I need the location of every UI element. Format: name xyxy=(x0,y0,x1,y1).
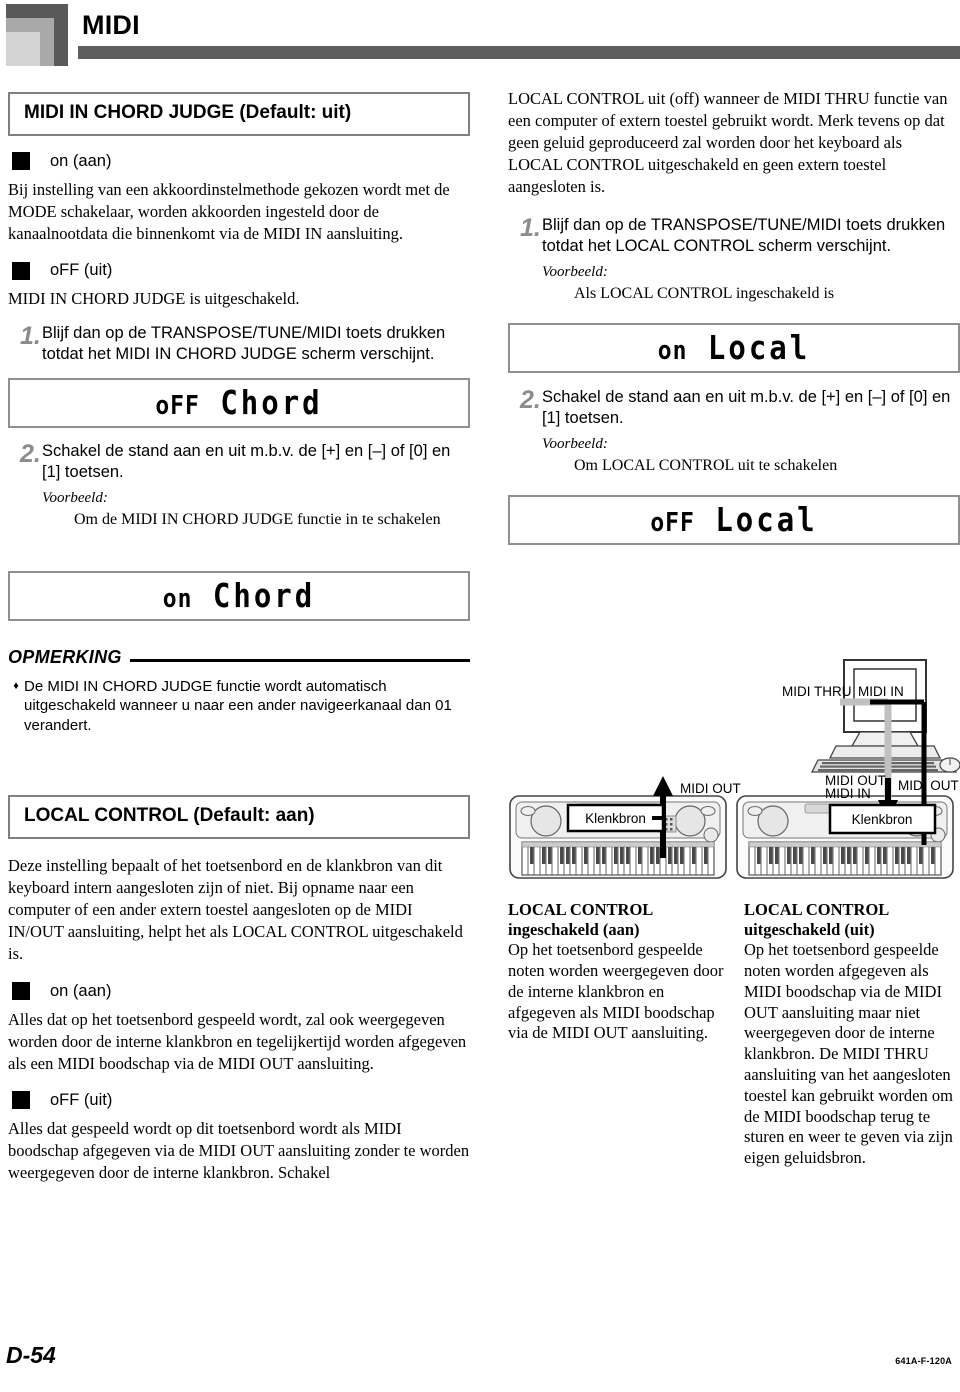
step-1-number: 1. xyxy=(20,322,41,351)
note-header: OPMERKING xyxy=(8,647,470,668)
lc-option-off-header: oFF (uit) xyxy=(8,1091,470,1110)
lc-option-on-header: on (aan) xyxy=(8,982,470,1001)
step-2-number: 2. xyxy=(20,439,41,468)
note-title: OPMERKING xyxy=(8,646,122,667)
page-number: D-54 xyxy=(6,1342,56,1368)
step-2-text: Schakel de stand aan en uit m.b.v. de [+… xyxy=(42,441,451,481)
lc-disabled-heading-2: uitgeschakeld (uit) xyxy=(744,920,875,940)
lc-disabled-body: Op het toetsenbord gespeelde noten worde… xyxy=(744,940,953,1168)
lcd-content: oFF Local xyxy=(650,501,817,539)
note-rule xyxy=(129,658,470,662)
lc-option-off-body: Alles dat gespeeld wordt op dit toetsenb… xyxy=(8,1118,470,1183)
lc-enabled-heading-1: LOCAL CONTROL xyxy=(508,900,654,919)
lc-option-on-body: Alles dat op het toetsenbord gespeeld wo… xyxy=(8,1009,467,1073)
lc-option-on-label: on (aan) xyxy=(50,981,112,1000)
right-step-1: 1. Blijf dan op de TRANSPOSE/TUNE/MIDI t… xyxy=(508,215,960,305)
section-title-midi-in-chord-judge: MIDI IN CHORD JUDGE (Default: uit) xyxy=(8,92,470,136)
nested-squares-logo-icon xyxy=(6,4,68,66)
lcd-display-on-local: on Local xyxy=(508,322,960,373)
note-item: ♦ De MIDI IN CHORD JUDGE functie wordt a… xyxy=(8,677,470,736)
step-2-example-label: Voorbeeld: xyxy=(42,489,108,506)
midi-thru-label: MIDI THRU xyxy=(782,684,852,699)
option-off-label: oFF (uit) xyxy=(50,261,113,280)
section-title-local-control: LOCAL CONTROL (Default: aan) xyxy=(8,795,470,839)
right-step-2-example-body: Om LOCAL CONTROL uit te schakelen xyxy=(574,456,838,474)
left-column: MIDI IN CHORD JUDGE (Default: uit) on (a… xyxy=(8,92,470,1184)
filled-square-icon xyxy=(12,982,30,1000)
option-on-label: on (aan) xyxy=(50,151,112,170)
lcd-label-value: Chord xyxy=(220,383,323,422)
header-rule xyxy=(78,46,960,59)
lcd-display-off-local: oFF Local xyxy=(508,494,960,545)
local-control-intro: Deze instelling bepaalt of het toetsenbo… xyxy=(8,855,463,964)
right-step-2: 2. Schakel de stand aan en uit m.b.v. de… xyxy=(508,387,960,477)
step-1-text: Blijf dan op de TRANSPOSE/TUNE/MIDI toet… xyxy=(42,324,446,364)
lcd-state-value: on xyxy=(162,584,193,614)
right-step-1-text: Blijf dan op de TRANSPOSE/TUNE/MIDI toet… xyxy=(542,215,946,255)
filled-square-icon xyxy=(12,261,30,280)
right-step-1-number: 1. xyxy=(520,213,541,242)
local-control-comparison: LOCAL CONTROL ingeschakeld (aan) Op het … xyxy=(508,900,960,1169)
lcd-content: on Local xyxy=(658,329,810,367)
lc-enabled-column: LOCAL CONTROL ingeschakeld (aan) Op het … xyxy=(508,900,724,1169)
option-on-body: Bij instelling van een akkoordinstelmeth… xyxy=(8,179,450,244)
lcd-display-off-chord: oFF Chord xyxy=(8,377,470,428)
lcd-state-value: oFF xyxy=(155,391,200,421)
lcd-label-value: Chord xyxy=(212,576,316,615)
lcd-label-value: Local xyxy=(707,328,811,367)
diamond-bullet-icon: ♦ xyxy=(13,679,19,692)
midi-in-label: MIDI IN xyxy=(858,684,904,699)
lc-option-off-label: oFF (uit) xyxy=(50,1090,113,1109)
lcd-state-value: on xyxy=(657,336,688,366)
midi-connection-diagram: MIDI OUT Klenkbron Klenkbron MIDI THRU M… xyxy=(500,650,960,900)
left-sound-source-label: Klenkbron xyxy=(585,811,646,826)
document-code: 641A-F-120A xyxy=(895,1356,952,1366)
lcd-label-value: Local xyxy=(715,500,818,539)
right-column: LOCAL CONTROL uit (off) wanneer de MIDI … xyxy=(508,88,960,545)
step-1: 1. Blijf dan op de TRANSPOSE/TUNE/MIDI t… xyxy=(8,323,470,365)
lcd-display-on-chord: on Chord xyxy=(8,570,470,621)
lc-disabled-heading-1: LOCAL CONTROL xyxy=(744,900,890,919)
right-step-1-example-label: Voorbeeld: xyxy=(542,263,608,280)
right-step-1-example-body: Als LOCAL CONTROL ingeschakeld is xyxy=(574,284,835,302)
right-sound-source-label: Klenkbron xyxy=(852,812,913,827)
right-step-2-text: Schakel de stand aan en uit m.b.v. de [+… xyxy=(542,387,951,427)
right-step-2-example-label: Voorbeeld: xyxy=(542,435,608,452)
step-2-example-body: Om de MIDI IN CHORD JUDGE functie in te … xyxy=(74,510,441,528)
filled-square-icon xyxy=(12,1091,30,1110)
page-title: MIDI xyxy=(82,10,140,40)
option-off-header: oFF (uit) xyxy=(8,261,470,280)
lcd-content: on Chord xyxy=(163,577,315,615)
midi-in-label-mid: MIDI IN xyxy=(825,786,871,801)
left-midi-out-label: MIDI OUT xyxy=(680,781,741,796)
right-intro: LOCAL CONTROL uit (off) wanneer de MIDI … xyxy=(508,89,948,197)
lc-enabled-body: Op het toetsenbord gespeelde noten worde… xyxy=(508,940,724,1043)
option-off-body: MIDI IN CHORD JUDGE is uitgeschakeld. xyxy=(8,289,300,309)
lc-enabled-heading-2: ingeschakeld (aan) xyxy=(508,920,640,940)
lc-disabled-column: LOCAL CONTROL uitgeschakeld (uit) Op het… xyxy=(744,900,960,1169)
lcd-content: oFF Chord xyxy=(155,384,322,422)
lcd-state-value: oFF xyxy=(650,508,695,538)
option-on-header: on (aan) xyxy=(8,152,470,171)
page-header: MIDI xyxy=(0,0,960,70)
right-step-2-number: 2. xyxy=(520,385,541,414)
note-text: De MIDI IN CHORD JUDGE functie wordt aut… xyxy=(24,677,452,734)
midi-out-label-right: MIDI OUT xyxy=(898,778,959,793)
step-2: 2. Schakel de stand aan en uit m.b.v. de… xyxy=(8,441,470,531)
filled-square-icon xyxy=(12,152,30,171)
